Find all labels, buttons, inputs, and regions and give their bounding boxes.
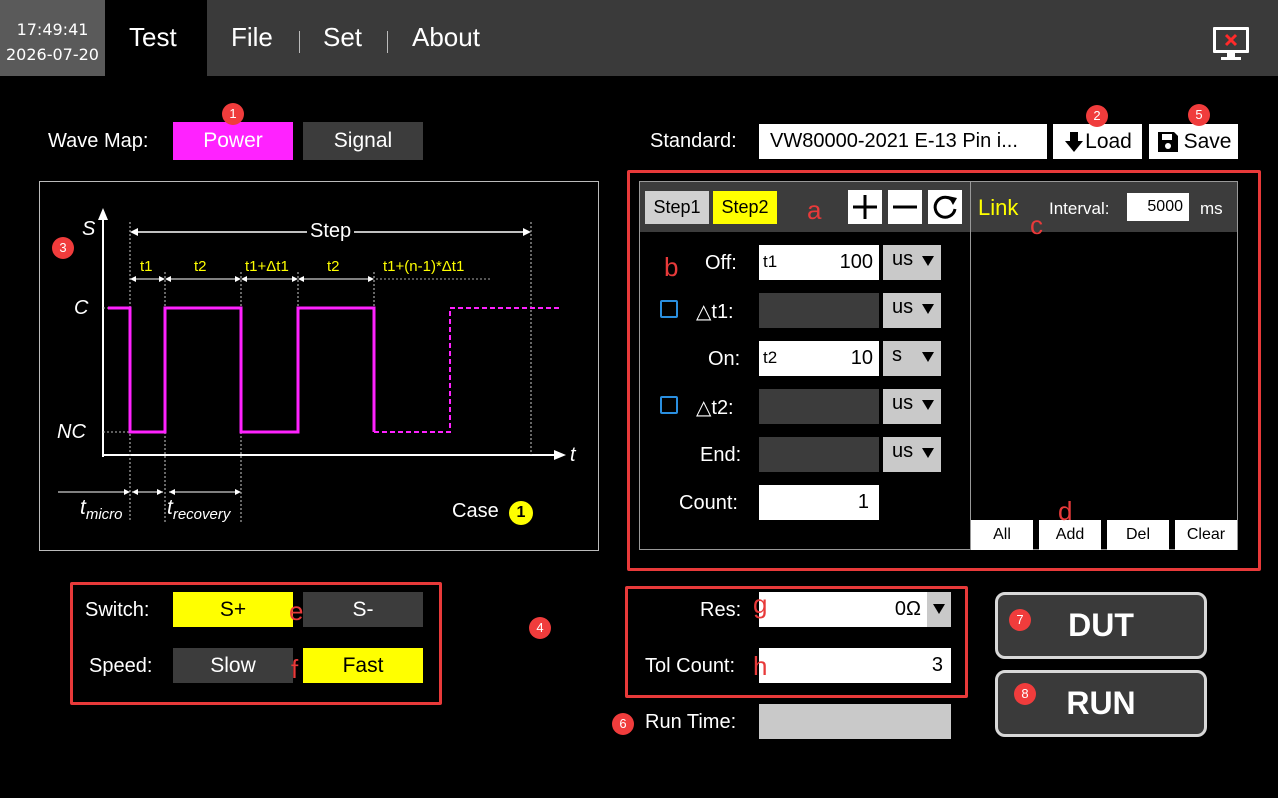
tab-about[interactable]: About [412,22,480,53]
tab-set[interactable]: Set [323,22,362,53]
tab-test-label: Test [129,22,177,52]
annotation-badge: 8 [1014,683,1036,705]
annotation-badge: 2 [1086,105,1108,127]
tab-test[interactable]: Test [105,0,207,76]
case-label: Case [452,500,499,522]
power-button[interactable]: Power [173,122,293,160]
load-button[interactable]: Load [1053,124,1142,159]
step-span-label: Step [307,220,355,243]
segment-label: t1 [140,258,153,275]
annotation-frame-step-link [627,170,1261,571]
annotation-letter: g [753,589,768,619]
case-number-badge: 1 [509,501,533,525]
tab-file[interactable]: File [231,22,273,53]
annotation-letter: e [289,596,304,626]
y-axis-label: S [82,218,96,240]
x-axis-label: t [570,444,576,466]
annotation-letter: h [753,651,768,681]
standard-value: VW80000-2021 E-13 Pin i... [770,130,1018,152]
signal-button[interactable]: Signal [303,122,423,160]
floppy-disk-icon [1157,131,1178,152]
level-high-label: C [74,297,89,319]
annotation-letter: d [1058,496,1073,526]
annotation-letter: b [664,252,679,282]
clock: 17:49:41 2026-07-20 [0,0,105,76]
tab-divider [387,31,388,53]
t-micro-sub: micro [85,506,123,524]
load-label: Load [1085,129,1132,153]
annotation-frame-res [625,586,968,698]
run-time-label: Run Time: [645,711,737,733]
save-button[interactable]: Save [1149,124,1238,159]
annotation-badge: 6 [612,713,634,735]
annotation-badge: 7 [1009,609,1031,631]
annotation-letter: f [291,654,299,684]
segment-label: t2 [194,258,207,275]
level-low-label: NC [57,421,86,443]
annotation-frame-switch [70,582,442,705]
standard-label: Standard: [650,130,737,152]
annotation-letter: a [807,195,822,225]
t-recovery-sub: recovery [172,506,231,524]
t-recovery-label: trecovery [167,496,230,523]
annotation-badge: 5 [1188,104,1210,126]
segment-label: t1+(n-1)*Δt1 [383,258,465,275]
save-label: Save [1183,129,1232,153]
wave-map-label: Wave Map: [48,130,149,152]
annotation-badge: 1 [222,103,244,125]
clock-time: 17:49:41 [16,20,89,39]
monitor-close-icon[interactable] [1210,25,1252,63]
annotation-badge: 3 [52,237,74,259]
t-micro-label: tmicro [80,496,123,523]
segment-label: t2 [327,258,340,275]
annotation-badge: 4 [529,617,551,639]
download-arrow-icon [1065,131,1084,152]
annotation-letter: c [1030,210,1043,240]
segment-label: t1+Δt1 [245,258,289,275]
standard-field[interactable]: VW80000-2021 E-13 Pin i... [759,124,1047,159]
waveform-diagram: S t C NC Step t1 t2 t1+Δt1 t2 t1+(n-1)*Δ… [39,181,599,551]
clock-date: 2026-07-20 [6,45,99,64]
tab-divider [299,31,300,53]
run-time-field [759,704,951,739]
